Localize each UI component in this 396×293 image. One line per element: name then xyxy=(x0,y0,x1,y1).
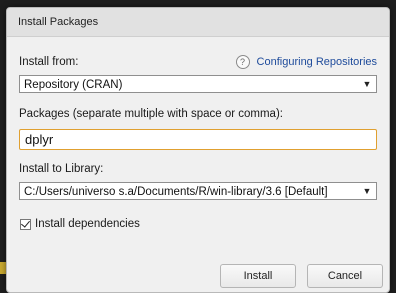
install-packages-dialog: Install Packages Install from: ? Configu… xyxy=(6,7,390,293)
install-dependencies-row[interactable]: Install dependencies xyxy=(20,217,140,230)
chevron-down-icon[interactable]: ▼ xyxy=(361,183,373,199)
install-dependencies-label[interactable]: Install dependencies xyxy=(35,218,140,230)
library-value: C:/Users/universo s.a/Documents/R/win-li… xyxy=(24,186,328,198)
library-select[interactable]: C:/Users/universo s.a/Documents/R/win-li… xyxy=(19,182,377,200)
cancel-button[interactable]: Cancel xyxy=(307,264,383,288)
configuring-repositories-link[interactable]: ? Configuring Repositories xyxy=(235,55,377,69)
chevron-down-icon[interactable]: ▼ xyxy=(361,76,373,92)
packages-input[interactable]: dplyr xyxy=(19,129,377,150)
dialog-titlebar: Install Packages xyxy=(7,8,389,37)
install-from-value: Repository (CRAN) xyxy=(24,79,123,91)
library-label: Install to Library: xyxy=(19,163,104,175)
configuring-repositories-text[interactable]: Configuring Repositories xyxy=(257,56,377,68)
install-from-select[interactable]: Repository (CRAN) ▼ xyxy=(19,75,377,93)
dialog-content: Install from: ? Configuring Repositories… xyxy=(19,37,383,292)
install-from-header: Install from: ? Configuring Repositories xyxy=(19,55,377,69)
install-dependencies-checkbox[interactable] xyxy=(20,217,31,230)
dialog-title: Install Packages xyxy=(18,16,99,28)
packages-label: Packages (separate multiple with space o… xyxy=(19,108,283,120)
checkmark-icon xyxy=(21,217,30,228)
install-from-label: Install from: xyxy=(19,56,79,68)
help-icon[interactable]: ? xyxy=(235,55,250,69)
install-button[interactable]: Install xyxy=(220,264,296,288)
